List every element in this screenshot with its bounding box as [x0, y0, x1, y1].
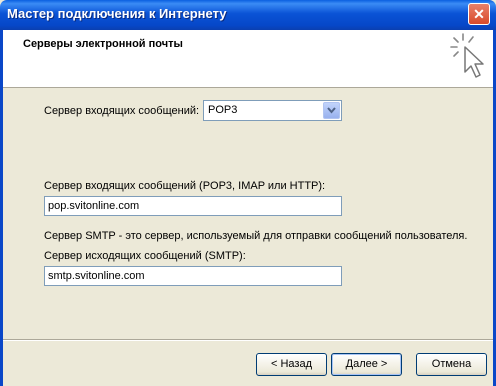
incoming-server-label: Сервер входящих сообщений (POP3, IMAP ил…	[44, 180, 326, 192]
incoming-type-label: Сервер входящих сообщений:	[44, 105, 200, 117]
footer-divider	[3, 339, 493, 341]
incoming-server-input[interactable]: pop.svitonline.com	[44, 196, 342, 216]
outgoing-server-label: Сервер исходящих сообщений (SMTP):	[44, 250, 246, 262]
outgoing-server-input[interactable]: smtp.svitonline.com	[44, 266, 342, 286]
close-button[interactable]: ✕	[468, 3, 490, 25]
wizard-header: Серверы электронной почты	[3, 30, 493, 88]
window-title: Мастер подключения к Интернету	[7, 6, 227, 21]
wizard-window: Мастер подключения к Интернету ✕ Серверы…	[0, 0, 496, 386]
cancel-button[interactable]: Отмена	[416, 353, 487, 376]
page-title: Серверы электронной почты	[23, 38, 183, 50]
incoming-server-value: pop.svitonline.com	[48, 200, 140, 212]
chevron-down-icon	[327, 107, 336, 114]
outgoing-server-value: smtp.svitonline.com	[48, 270, 145, 282]
dropdown-arrow-button[interactable]	[323, 102, 340, 119]
sparkle-cursor-icon	[450, 33, 484, 78]
incoming-type-value: POP3	[208, 104, 238, 116]
back-button[interactable]: < Назад	[256, 353, 327, 376]
close-icon: ✕	[473, 6, 485, 22]
title-bar[interactable]: Мастер подключения к Интернету ✕	[0, 0, 496, 30]
smtp-description: Сервер SMTP - это сервер, используемый д…	[44, 230, 468, 242]
next-button[interactable]: Далее >	[331, 353, 402, 376]
incoming-type-select[interactable]: POP3	[203, 100, 342, 121]
